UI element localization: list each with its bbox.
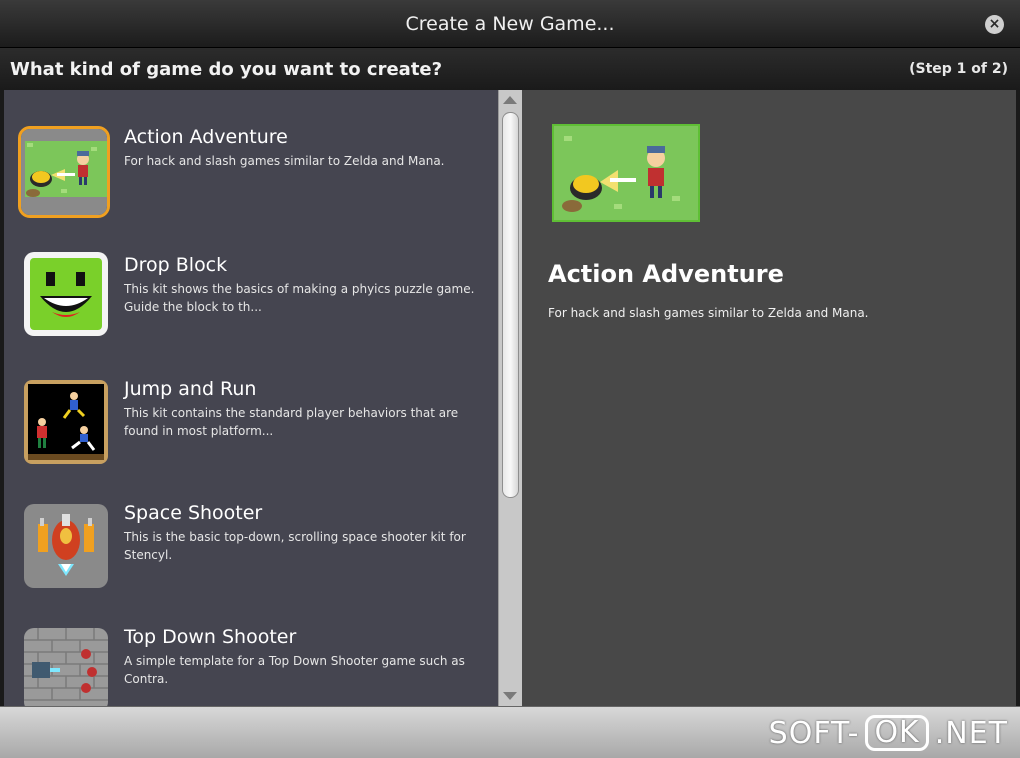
action-adventure-preview-icon — [554, 126, 698, 220]
scroll-up-icon[interactable] — [503, 96, 517, 104]
kit-item-space-shooter[interactable]: Space Shooter This is the basic top-down… — [18, 502, 488, 602]
jump-and-run-thumbnail — [24, 380, 108, 464]
kit-name: Drop Block — [124, 254, 228, 276]
scrollbar-thumb[interactable] — [502, 112, 519, 498]
question-text: What kind of game do you want to create? — [10, 58, 443, 80]
kit-description: This kit shows the basics of making a ph… — [124, 282, 475, 314]
watermark: SOFT- OK .NET — [769, 715, 1008, 751]
kit-item-jump-and-run[interactable]: Jump and Run This kit contains the stand… — [18, 378, 488, 478]
space-shooter-thumbnail — [24, 504, 108, 588]
scroll-down-icon[interactable] — [503, 692, 517, 700]
top-down-shooter-thumbnail — [24, 628, 108, 706]
kit-description: For hack and slash games similar to Zeld… — [124, 154, 445, 168]
spaceship-icon — [24, 504, 108, 588]
step-indicator: (Step 1 of 2) — [909, 61, 1008, 77]
preview-title: Action Adventure — [548, 260, 784, 288]
kit-item-action-adventure[interactable]: Action Adventure For hack and slash game… — [18, 126, 488, 226]
preview-description: For hack and slash games similar to Zeld… — [548, 306, 869, 320]
kit-description: A simple template for a Top Down Shooter… — [124, 654, 465, 686]
preview-image — [552, 124, 700, 222]
kit-item-top-down-shooter[interactable]: Top Down Shooter A simple template for a… — [18, 626, 488, 706]
action-adventure-thumbnail — [18, 126, 110, 218]
drop-block-thumbnail — [24, 252, 108, 336]
kit-list-scrollbar[interactable] — [498, 90, 522, 706]
kit-name: Action Adventure — [124, 126, 288, 148]
close-icon[interactable]: × — [985, 15, 1004, 34]
kit-name: Space Shooter — [124, 502, 263, 524]
kit-list: Action Adventure For hack and slash game… — [4, 90, 498, 706]
question-bar: What kind of game do you want to create?… — [0, 48, 1020, 90]
kit-preview-pane: Action Adventure For hack and slash game… — [522, 90, 1016, 706]
kit-item-drop-block[interactable]: Drop Block This kit shows the basics of … — [18, 252, 488, 354]
kit-description: This kit contains the standard player be… — [124, 406, 459, 438]
kit-name: Jump and Run — [124, 378, 257, 400]
watermark-box: OK — [865, 715, 929, 751]
kit-name: Top Down Shooter — [124, 626, 297, 648]
watermark-right: .NET — [934, 715, 1008, 751]
platformer-icon — [24, 380, 108, 464]
window-title: Create a New Game... — [405, 12, 615, 35]
brick-wall-icon — [24, 628, 108, 706]
action-adventure-icon — [21, 129, 107, 215]
smiley-block-icon — [24, 252, 108, 336]
watermark-left: SOFT- — [768, 715, 860, 751]
window-titlebar: Create a New Game... × — [0, 0, 1020, 48]
bottom-action-bar: SOFT- OK .NET — [0, 706, 1020, 758]
kit-description: This is the basic top-down, scrolling sp… — [124, 530, 466, 562]
